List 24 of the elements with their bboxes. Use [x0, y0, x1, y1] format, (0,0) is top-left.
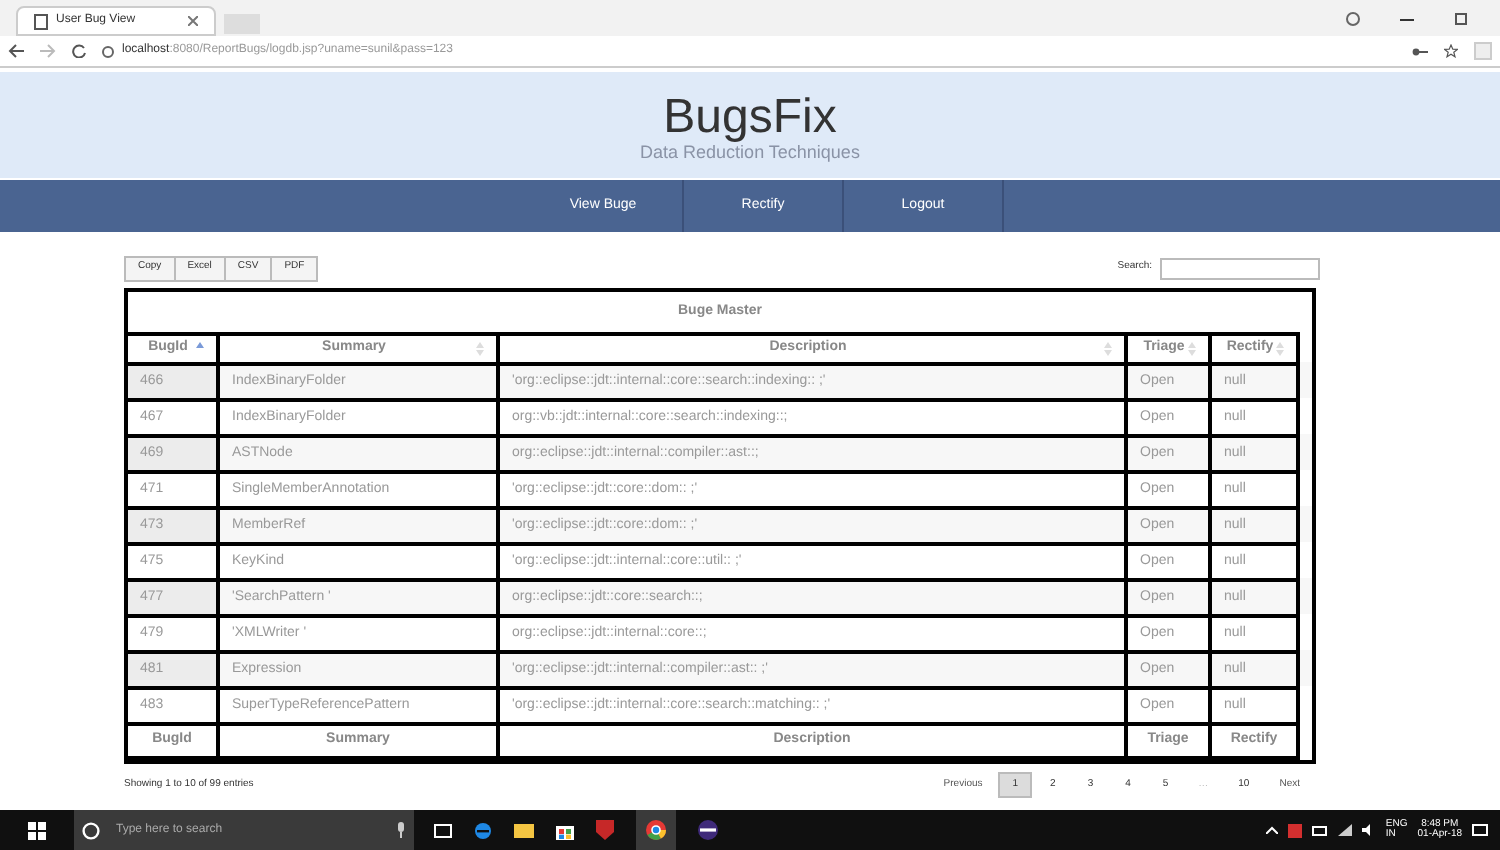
folder-icon[interactable]: [514, 822, 534, 838]
site-title: BugsFix: [663, 93, 837, 142]
microphone-icon: [396, 822, 406, 838]
restore-icon[interactable]: [1454, 11, 1468, 25]
key-icon[interactable]: [1412, 45, 1428, 57]
task-view-icon[interactable]: [434, 823, 452, 837]
speaker-icon[interactable]: [1361, 824, 1376, 836]
info-icon: [102, 45, 114, 57]
battery-icon[interactable]: [1311, 825, 1328, 835]
close-icon[interactable]: [188, 16, 198, 26]
shield-icon[interactable]: [596, 820, 614, 840]
star-icon[interactable]: [1444, 44, 1458, 58]
page-icon: [34, 13, 48, 29]
cortana-icon: [82, 821, 100, 839]
windows-logo-icon[interactable]: [28, 821, 46, 839]
site-subtitle: Data Reduction Techniques: [640, 141, 860, 165]
network-icon[interactable]: [1337, 824, 1352, 836]
back-arrow-icon[interactable]: [8, 44, 24, 58]
store-bag-icon[interactable]: [556, 821, 574, 839]
chrome-icon: [646, 820, 666, 840]
search-field[interactable]: [1160, 257, 1320, 279]
chevron-up-icon[interactable]: [1265, 826, 1278, 834]
active-app-tile[interactable]: [636, 810, 676, 850]
reload-icon[interactable]: [72, 44, 86, 58]
